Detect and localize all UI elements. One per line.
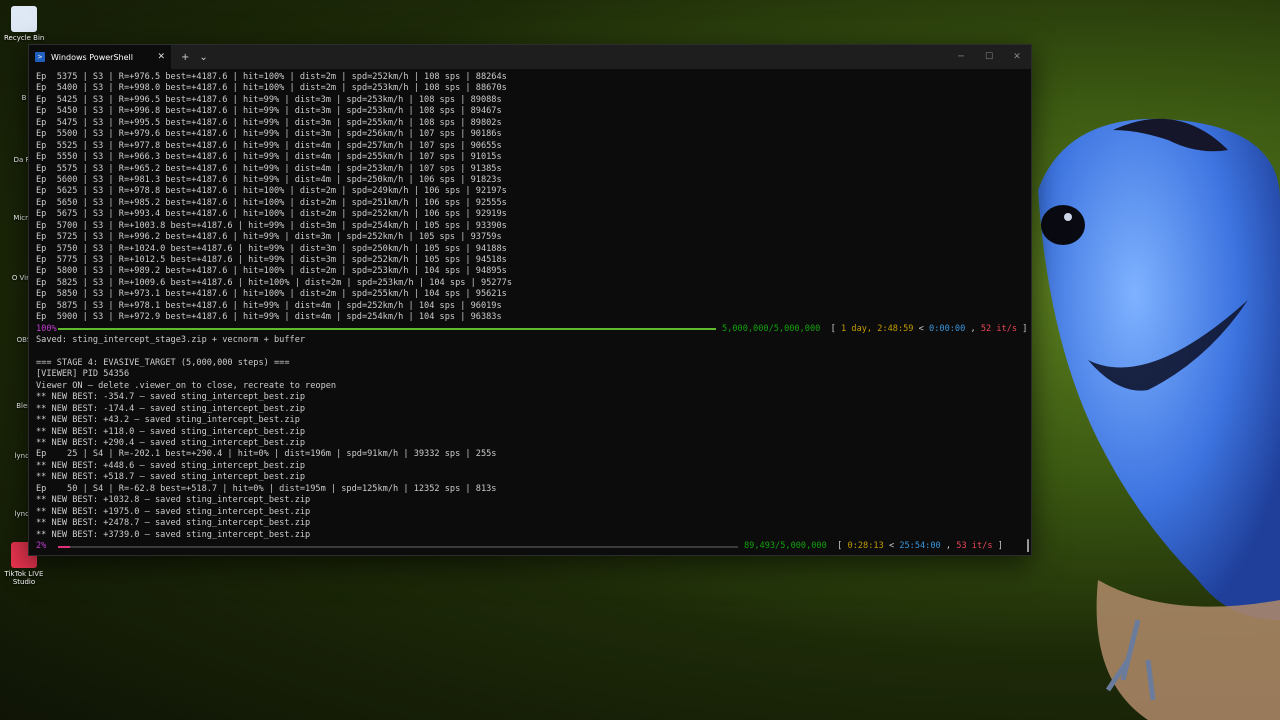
console-line: ** NEW BEST: -354.7 — saved sting_interc…	[36, 392, 306, 403]
console-line: Ep 5825 | S3 | R=+1009.6 best=+4187.6 | …	[36, 277, 512, 288]
console-line: Ep 5475 | S3 | R=+995.5 best=+4187.6 | h…	[36, 117, 502, 128]
tab-windows-powershell[interactable]: > Windows PowerShell ✕	[29, 45, 171, 69]
tab-title: Windows PowerShell	[51, 52, 133, 62]
console-line: ** NEW BEST: +1032.8 — saved sting_inter…	[36, 495, 311, 506]
console-line: ** NEW BEST: +448.6 — saved sting_interc…	[36, 460, 306, 471]
window-controls: ─ ☐ ✕	[947, 45, 1031, 69]
training-log-stage4: Saved: sting_intercept_stage3.zip + vecn…	[36, 335, 1031, 541]
tab-dropdown-button[interactable]: ⌄	[199, 52, 207, 63]
console-line: Ep 5450 | S3 | R=+996.8 best=+4187.6 | h…	[36, 106, 502, 117]
console-line: Ep 5600 | S3 | R=+981.3 best=+4187.6 | h…	[36, 174, 502, 185]
progress-bar-fill	[58, 545, 71, 548]
console-line: ** NEW BEST: +118.0 — saved sting_interc…	[36, 426, 306, 437]
console-line: Ep 5550 | S3 | R=+966.3 best=+4187.6 | h…	[36, 152, 502, 163]
console-line: ** NEW BEST: +2478.7 — saved sting_inter…	[36, 518, 311, 529]
console-line: Ep 5775 | S3 | R=+1012.5 best=+4187.6 | …	[36, 255, 507, 265]
powershell-icon: >	[35, 52, 45, 62]
console-line: Ep 5900 | S3 | R=+972.9 best=+4187.6 | h…	[36, 312, 502, 323]
progress-line-stage4: 2% 89,493/5,000,000 [ 0:28:13 < 25:54:00…	[36, 541, 1031, 552]
progress-line-stage3: 100% 5,000,000/5,000,000 [ 1 day, 2:48:5…	[36, 324, 1031, 335]
tab-close-icon[interactable]: ✕	[157, 52, 165, 62]
progress-elapsed: 0:28:13	[847, 540, 884, 551]
console-line: Ep 5750 | S3 | R=+1024.0 best=+4187.6 | …	[36, 243, 507, 254]
console-line: Ep 5850 | S3 | R=+973.1 best=+4187.6 | h…	[36, 289, 507, 300]
console-line: Ep 5675 | S3 | R=+993.4 best=+4187.6 | h…	[36, 209, 507, 220]
progress-count: 89,493/5,000,000	[744, 540, 827, 551]
console-line: Ep 5625 | S3 | R=+978.8 best=+4187.6 | h…	[36, 186, 507, 197]
console-line: ** NEW BEST: +518.7 — saved sting_interc…	[36, 472, 306, 483]
console-line: Ep 5525 | S3 | R=+977.8 best=+4187.6 | h…	[36, 140, 502, 151]
progress-percent: 100%	[36, 323, 57, 334]
close-button[interactable]: ✕	[1003, 45, 1031, 69]
console-line: ** NEW BEST: +3739.0 — saved sting_inter…	[36, 529, 311, 540]
scrollbar-thumb[interactable]	[1027, 539, 1029, 552]
progress-remaining: 0:00:00	[929, 323, 966, 334]
console-output[interactable]: Ep 5375 | S3 | R=+976.5 best=+4187.6 | h…	[29, 69, 1031, 552]
console-line: Viewer ON — delete .viewer_on to close, …	[36, 380, 337, 391]
console-line: Ep 5425 | S3 | R=+996.5 best=+4187.6 | h…	[36, 94, 502, 105]
console-line: ** NEW BEST: +290.4 — saved sting_interc…	[36, 438, 306, 448]
progress-count: 5,000,000/5,000,000	[722, 323, 821, 334]
progress-percent: 2%	[36, 540, 47, 551]
progress-bracket-close: ]	[997, 540, 1003, 551]
console-line: Ep 5575 | S3 | R=+965.2 best=+4187.6 | h…	[36, 163, 502, 174]
wallpaper-bird-image	[1038, 118, 1280, 720]
console-line: Ep 5700 | S3 | R=+1003.8 best=+4187.6 | …	[36, 220, 507, 231]
console-line: Ep 5725 | S3 | R=+996.2 best=+4187.6 | h…	[36, 232, 502, 243]
recycle-bin-icon	[11, 6, 37, 32]
progress-elapsed: 1 day, 2:48:59	[841, 323, 914, 334]
console-line: Ep 50 | S4 | R=-62.8 best=+518.7 | hit=0…	[36, 483, 497, 494]
new-tab-button[interactable]: +	[181, 52, 189, 63]
console-line: Ep 5650 | S3 | R=+985.2 best=+4187.6 | h…	[36, 197, 507, 208]
console-line: Saved: sting_intercept_stage3.zip + vecn…	[36, 335, 306, 346]
console-line: [VIEWER] PID 54356	[36, 369, 130, 380]
console-line: Ep 5375 | S3 | R=+976.5 best=+4187.6 | h…	[36, 72, 507, 82]
progress-bracket-close: ]	[1022, 323, 1028, 334]
console-line: Ep 5875 | S3 | R=+978.1 best=+4187.6 | h…	[36, 300, 502, 311]
console-line: Ep 5500 | S3 | R=+979.6 best=+4187.6 | h…	[36, 129, 502, 140]
progress-bar	[58, 545, 738, 548]
console-line: ** NEW BEST: +1975.0 — saved sting_inter…	[36, 506, 311, 517]
console-line: Ep 5400 | S3 | R=+998.0 best=+4187.6 | h…	[36, 83, 507, 94]
progress-remaining: 25:54:00	[899, 540, 941, 551]
console-line: === STAGE 4: EVASIVE_TARGET (5,000,000 s…	[36, 357, 290, 368]
console-line: Ep 5800 | S3 | R=+989.2 best=+4187.6 | h…	[36, 266, 507, 277]
powershell-window: > Windows PowerShell ✕ + ⌄ ─ ☐ ✕ Ep 5375…	[28, 44, 1032, 556]
progress-bar-fill	[58, 328, 716, 331]
progress-rate: 52 it/s	[980, 323, 1018, 334]
console-line: ** NEW BEST: -174.4 — saved sting_interc…	[36, 403, 306, 414]
title-bar: > Windows PowerShell ✕ + ⌄ ─ ☐ ✕	[29, 45, 1031, 69]
console-line: ** NEW BEST: +43.2 — saved sting_interce…	[36, 415, 300, 426]
progress-rate: 53 it/s	[956, 540, 993, 551]
desktop-icon-label: TikTok LIVE Studio	[4, 570, 44, 586]
desktop-icon-label: Recycle Bin	[4, 34, 44, 42]
maximize-button[interactable]: ☐	[975, 45, 1003, 69]
training-log-stage3: Ep 5375 | S3 | R=+976.5 best=+4187.6 | h…	[36, 72, 1031, 324]
progress-bar	[58, 328, 716, 331]
desktop-icon-recycle-bin[interactable]: Recycle Bin	[4, 6, 44, 42]
console-line: Ep 25 | S4 | R=-202.1 best=+290.4 | hit=…	[36, 449, 497, 460]
minimize-button[interactable]: ─	[947, 45, 975, 69]
